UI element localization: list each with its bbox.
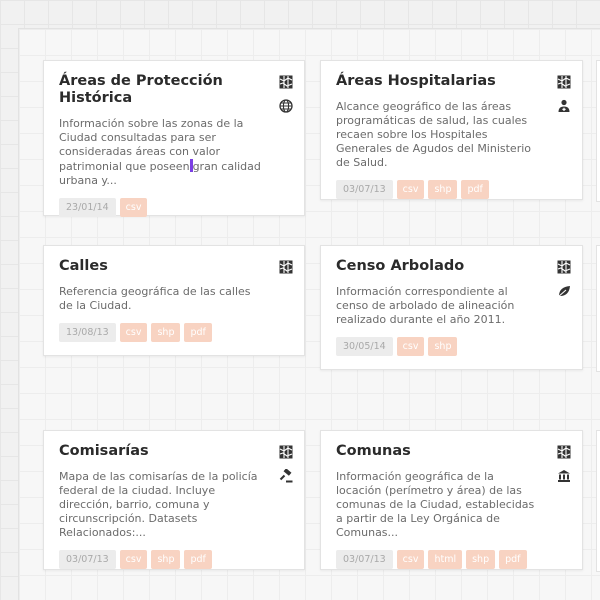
format-tag-pdf[interactable]: pdf: [499, 550, 527, 569]
format-tag-csv[interactable]: csv: [119, 323, 148, 342]
card-title[interactable]: Comunas: [336, 443, 540, 460]
card-title[interactable]: Áreas de Protección Histórica: [59, 73, 262, 107]
date-badge: 23/01/14: [59, 198, 116, 217]
card-tags: 03/07/13 csv html shp pdf: [336, 550, 540, 569]
date-badge: 03/07/13: [336, 180, 393, 199]
card-description: Información geográfica de la locación (p…: [336, 470, 535, 539]
format-tag-csv[interactable]: csv: [396, 550, 425, 569]
card-edge-partial: [596, 430, 600, 572]
card-title[interactable]: Calles: [59, 258, 262, 275]
card-tags: 13/08/13 csv shp pdf: [59, 323, 262, 342]
format-tag-shp[interactable]: shp: [151, 550, 181, 569]
page-background: Áreas de Protección Histórica Informació…: [0, 0, 600, 600]
map-icon: [279, 260, 293, 274]
date-badge: 13/08/13: [59, 323, 116, 342]
format-tag-pdf[interactable]: pdf: [461, 180, 489, 199]
format-tag-html[interactable]: html: [428, 550, 463, 569]
format-tag-pdf[interactable]: pdf: [184, 323, 212, 342]
date-badge: 03/07/13: [336, 550, 393, 569]
dataset-card[interactable]: Censo Arbolado Información correspondien…: [320, 245, 583, 370]
leaf-icon: [557, 284, 571, 298]
gavel-icon: [279, 469, 293, 483]
globe-icon: [279, 99, 293, 113]
dataset-card[interactable]: Calles Referencia geográfica de las call…: [43, 245, 305, 356]
card-description: Mapa de las comisarías de la policía fed…: [59, 470, 258, 539]
card-description: Referencia geográfica de las calles de l…: [59, 285, 251, 312]
format-tag-csv[interactable]: csv: [119, 550, 148, 569]
format-tag-shp[interactable]: shp: [428, 180, 458, 199]
format-tag-pdf[interactable]: pdf: [184, 550, 212, 569]
card-description: Información sobre las zonas de la Ciudad…: [59, 117, 261, 187]
format-tag-shp[interactable]: shp: [428, 337, 458, 356]
health-icon: [557, 99, 571, 113]
card-description: Alcance geográfico de las áreas programá…: [336, 100, 532, 169]
dataset-card[interactable]: Áreas de Protección Histórica Informació…: [43, 60, 305, 217]
card-title[interactable]: Comisarías: [59, 443, 262, 460]
format-tag-csv[interactable]: csv: [396, 337, 425, 356]
map-icon: [279, 75, 293, 89]
dataset-card[interactable]: Áreas Hospitalarias Alcance geográfico d…: [320, 60, 583, 200]
card-description: Información correspondiente al censo de …: [336, 285, 515, 326]
date-badge: 03/07/13: [59, 550, 116, 569]
format-tag-csv[interactable]: csv: [119, 198, 148, 217]
map-icon: [557, 75, 571, 89]
map-icon: [557, 445, 571, 459]
card-edge-partial: [596, 245, 600, 372]
date-badge: 30/05/14: [336, 337, 393, 356]
card-edge-partial: [596, 60, 600, 202]
map-icon: [557, 260, 571, 274]
map-icon: [279, 445, 293, 459]
card-tags: 03/07/13 csv shp pdf: [59, 550, 262, 569]
format-tag-shp[interactable]: shp: [151, 323, 181, 342]
government-icon: [557, 469, 571, 483]
dataset-card[interactable]: Comisarías Mapa de las comisarías de la …: [43, 430, 305, 570]
card-title[interactable]: Censo Arbolado: [336, 258, 540, 275]
card-tags: 23/01/14 csv: [59, 198, 262, 217]
dataset-card[interactable]: Comunas Información geográfica de la loc…: [320, 430, 583, 570]
card-tags: 30/05/14 csv shp: [336, 337, 540, 356]
format-tag-csv[interactable]: csv: [396, 180, 425, 199]
card-title[interactable]: Áreas Hospitalarias: [336, 73, 540, 90]
card-tags: 03/07/13 csv shp pdf: [336, 180, 540, 199]
format-tag-shp[interactable]: shp: [466, 550, 496, 569]
